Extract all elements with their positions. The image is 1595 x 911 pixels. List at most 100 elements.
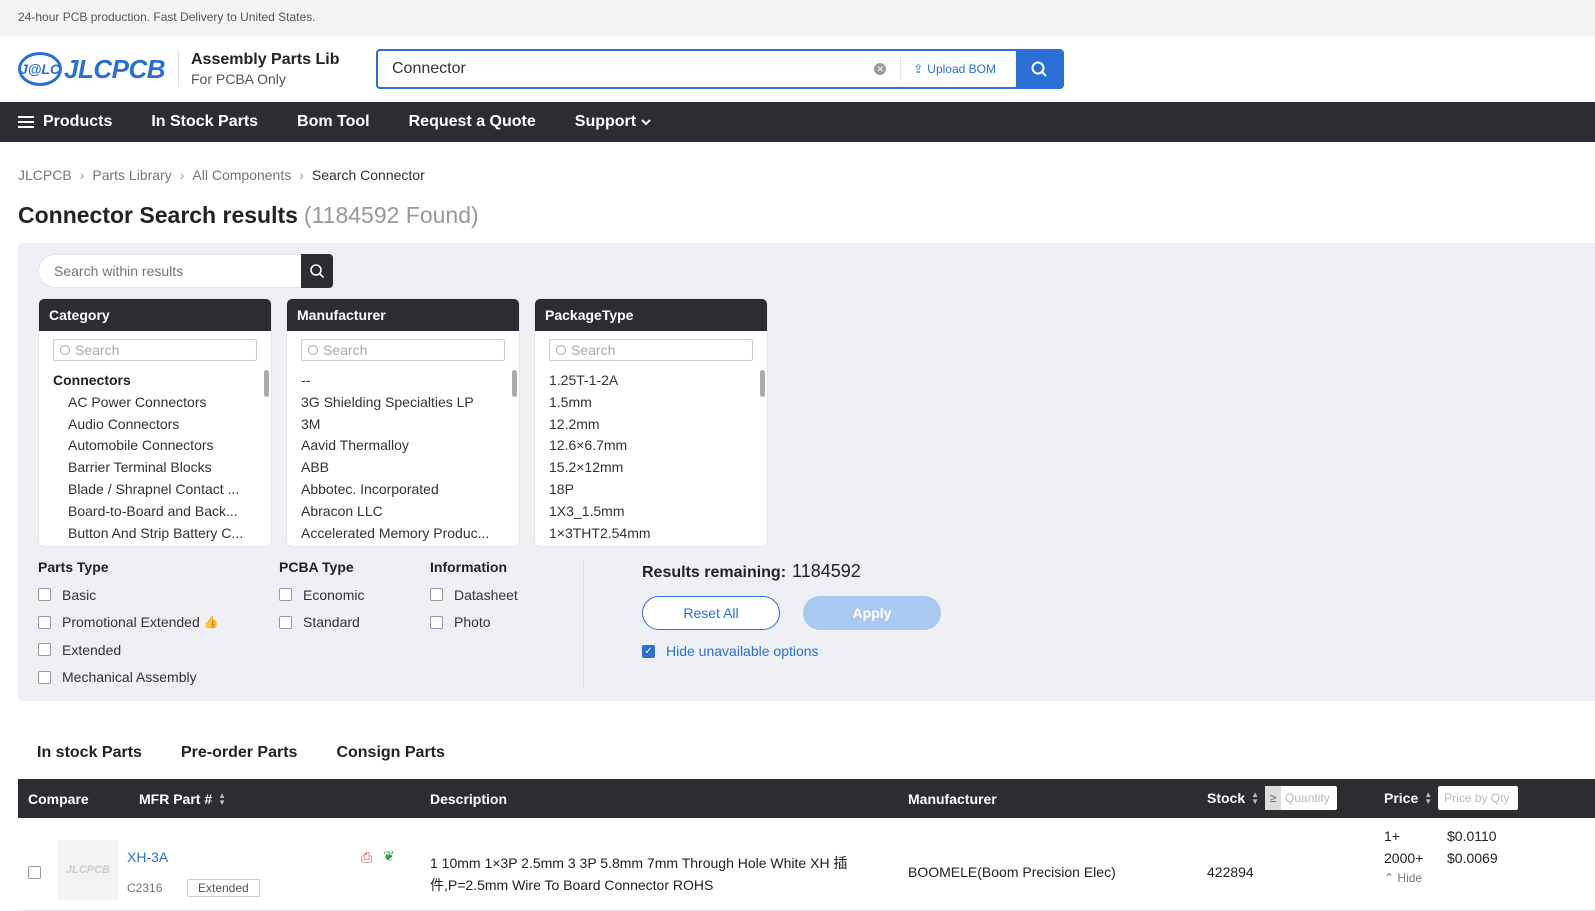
information-photo[interactable]: Photo [430,609,518,637]
part-manufacturer[interactable]: BOOMELE(Boom Precision Elec) [908,864,1116,880]
search-within-button[interactable] [301,254,333,288]
checkbox[interactable] [38,615,51,629]
category-item[interactable]: Connectors [53,370,271,392]
manufacturer-item[interactable]: ABB [301,457,519,479]
breadcrumb-parts-library[interactable]: Parts Library [92,167,171,183]
nav-request-quote[interactable]: Request a Quote [409,113,536,131]
breadcrumb-jlcpcb[interactable]: JLCPCB [18,167,72,183]
option-label: Standard [303,614,360,631]
breadcrumb-current: Search Connector [311,166,425,183]
package-search-input[interactable]: Search [549,339,753,361]
apply-button[interactable]: Apply [803,596,941,630]
tab-pre-order-parts[interactable]: Pre-order Parts [181,744,298,762]
category-item[interactable]: Automobile Connectors [53,435,271,457]
package-scrollbar[interactable] [760,370,765,397]
upload-bom-button[interactable]: ⇪ Upload BOM [900,57,1016,81]
checkbox-checked[interactable]: ✓ [642,644,655,658]
pcba-type-standard[interactable]: Standard [279,609,364,637]
price-value: $0.0110 [1447,828,1497,844]
nav-support[interactable]: Support [575,113,652,131]
package-item[interactable]: 18P [549,479,767,501]
package-item[interactable]: 1×3THT2.54mm [549,523,767,545]
sort-icon[interactable]: ▲ ▼ [218,792,226,807]
manufacturer-item[interactable]: Accelerated Memory Produc... [301,523,519,545]
parts-type-basic[interactable]: Basic [38,581,219,609]
parts-type-group: Parts Type Basic Promotional Extended 👍 E… [38,559,219,691]
manufacturer-scrollbar[interactable] [512,370,517,397]
information-datasheet[interactable]: Datasheet [430,581,518,609]
search-within-input[interactable] [38,254,301,288]
logo-badge: J@LC [18,52,62,86]
manufacturer-item[interactable]: Aavid Thermalloy [301,435,519,457]
tab-consign-parts[interactable]: Consign Parts [336,744,444,762]
chevron-right-icon: › [79,166,85,183]
hide-unavailable-toggle[interactable]: ✓ Hide unavailable options [642,643,819,659]
quantity-input[interactable]: ≥ Quantity [1265,786,1338,810]
category-item[interactable]: Button And Strip Battery C... [53,523,271,545]
option-label: Promotional Extended [62,614,200,631]
manufacturer-item[interactable]: 3G Shielding Specialties LP [301,392,519,414]
checkbox[interactable] [430,615,443,629]
main-search-input[interactable] [378,60,875,78]
part-number-link[interactable]: XH-3A [127,849,168,865]
category-search-input[interactable]: Search [53,339,257,361]
results-table-header: Compare MFR Part # ▲ ▼ Description Manufa… [18,779,1595,818]
manufacturer-search-input[interactable]: Search [301,339,505,361]
search-icon [60,345,70,355]
quantity-placeholder: Quantity [1285,791,1330,805]
parts-type-extended[interactable]: Extended [38,636,219,664]
sort-icon[interactable]: ▲ ▼ [1251,791,1259,806]
package-item[interactable]: 1X3_1.5mm [549,501,767,523]
sort-icon[interactable]: ▲ ▼ [1424,791,1432,806]
package-item[interactable]: 12.6×6.7mm [549,435,767,457]
checkbox[interactable] [430,588,443,602]
price-break: 2000+ $0.0069 [1384,847,1498,869]
package-item[interactable]: 12.2mm [549,414,767,436]
clear-icon[interactable]: ✕ [874,63,887,75]
search-icon [556,345,566,355]
parts-type-mechanical-assembly[interactable]: Mechanical Assembly [38,664,219,692]
package-item[interactable]: 1.5mm [549,392,767,414]
nav-in-stock-parts[interactable]: In Stock Parts [151,113,258,131]
manufacturer-item[interactable]: -- [301,370,519,392]
package-item[interactable]: 1.25T-1-2A [549,370,767,392]
category-item[interactable]: Barrier Terminal Blocks [53,457,271,479]
main-nav: Products In Stock Parts Bom Tool Request… [0,102,1595,142]
col-stock[interactable]: Stock ▲ ▼ ≥ Quantity [1207,786,1338,810]
tab-in-stock-parts[interactable]: In stock Parts [37,744,142,762]
pdf-datasheet-icon[interactable]: ⎙ [361,849,372,866]
nav-products[interactable]: Products [18,113,112,131]
parts-type-promotional-extended[interactable]: Promotional Extended 👍 [38,609,219,637]
manufacturer-item[interactable]: Abracon LLC [301,501,519,523]
part-thumbnail[interactable]: JLCPCB [58,840,118,900]
category-item[interactable]: AC Power Connectors [53,392,271,414]
pcba-type-economic[interactable]: Economic [279,581,364,609]
breadcrumb-all-components[interactable]: All Components [192,167,291,183]
category-scrollbar[interactable] [264,370,269,397]
manufacturer-item[interactable]: 3M [301,414,519,436]
parts-tabs: In stock Parts Pre-order Parts Consign P… [37,744,484,762]
search-button[interactable] [1016,51,1062,87]
nav-bom-tool[interactable]: Bom Tool [297,113,370,131]
col-price[interactable]: Price ▲ ▼ Price by Qty [1384,786,1519,810]
price-value: $0.0069 [1447,850,1498,866]
checkbox[interactable] [38,670,51,684]
col-mfr-part[interactable]: MFR Part # ▲ ▼ [139,791,226,807]
jlcpcb-logo[interactable]: J@LC JLCPCB [18,52,170,86]
compare-checkbox[interactable] [28,866,41,879]
category-item[interactable]: Audio Connectors [53,414,271,436]
checkbox[interactable] [279,588,292,602]
price-by-qty-input[interactable]: Price by Qty [1438,786,1519,810]
package-item[interactable]: 15.2×12mm [549,457,767,479]
category-item[interactable]: Board-to-Board and Back... [53,501,271,523]
checkbox[interactable] [38,588,51,602]
chevron-up-icon: ⌃ [1384,871,1395,885]
checkbox[interactable] [279,615,292,629]
reset-all-button[interactable]: Reset All [642,596,780,630]
manufacturer-item[interactable]: Abbotec. Incorporated [301,479,519,501]
category-item[interactable]: Blade / Shrapnel Contact ... [53,479,271,501]
hide-prices-toggle[interactable]: ⌃ Hide [1384,871,1498,885]
checkbox[interactable] [38,643,51,657]
table-row[interactable]: JLCPCB XH-3A C2316 Extended ⎙ ❦ 1 10mm 1… [18,818,1595,911]
hide-label: Hide [1397,871,1423,885]
